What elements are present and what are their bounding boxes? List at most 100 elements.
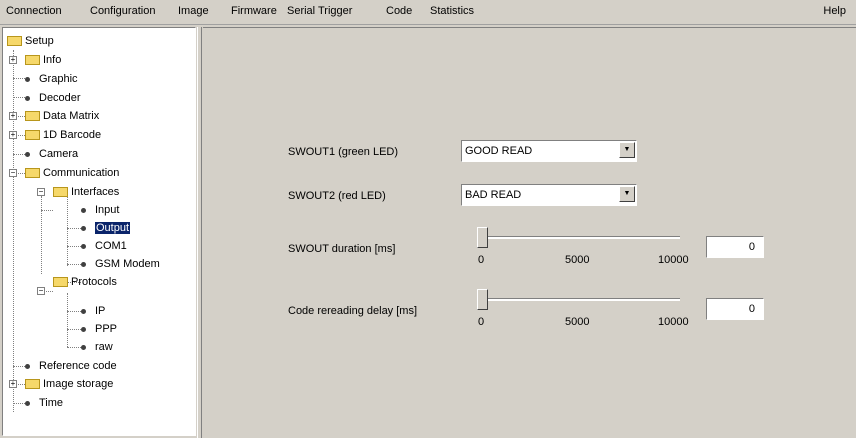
tree-item-label: Graphic <box>39 73 78 85</box>
tree-item-protocols[interactable]: Protocols <box>53 273 117 291</box>
bullet-icon <box>25 400 30 406</box>
tree-item-time[interactable]: Time <box>25 394 63 412</box>
collapse-interfaces-button[interactable]: − <box>37 188 45 196</box>
tree-item-image-storage[interactable]: Image storage <box>25 375 113 393</box>
collapse-communication-button[interactable]: − <box>9 169 17 177</box>
tree-item-camera[interactable]: Camera <box>25 145 78 163</box>
tick-label: 5000 <box>565 254 590 266</box>
tree-item-raw[interactable]: raw <box>81 338 113 356</box>
folder-icon <box>53 187 68 198</box>
tree-item-label: Interfaces <box>71 186 120 198</box>
bullet-icon <box>81 261 86 267</box>
tree-connector <box>41 196 42 274</box>
menu-connection[interactable]: Connection <box>6 5 62 17</box>
swout-duration-input[interactable]: 0 <box>706 236 764 258</box>
tree-item-decoder[interactable]: Decoder <box>25 89 81 107</box>
tree-connector <box>13 97 25 98</box>
menu-bar: Connection Configuration Image Firmware … <box>0 0 856 25</box>
code-rereading-delay-slider-thumb[interactable] <box>477 289 488 310</box>
menu-help[interactable]: Help <box>823 5 846 17</box>
tree-item-label: Input <box>95 204 120 216</box>
tick-label: 0 <box>478 316 485 328</box>
menu-statistics[interactable]: Statistics <box>430 5 474 17</box>
folder-icon <box>25 168 40 179</box>
expand-image-storage-button[interactable]: + <box>9 380 17 388</box>
tree-connector <box>67 311 81 312</box>
tree-item-output[interactable]: Output <box>81 219 131 237</box>
tree-item-1d-barcode[interactable]: 1D Barcode <box>25 126 101 144</box>
tree-item-gsm-modem[interactable]: GSM Modem <box>81 255 160 273</box>
swout1-select[interactable]: GOOD READ ▼ <box>461 140 637 162</box>
tree-item-data-matrix[interactable]: Data Matrix <box>25 107 99 125</box>
folder-icon <box>25 379 40 390</box>
bullet-icon <box>81 344 86 350</box>
tree-item-interfaces[interactable]: Interfaces <box>53 183 119 201</box>
swout-duration-slider-thumb[interactable] <box>477 227 488 248</box>
tree-item-label: GSM Modem <box>95 258 160 270</box>
tree-item-label: Decoder <box>39 92 81 104</box>
tree-item-label: COM1 <box>95 240 127 252</box>
tree-connector <box>67 264 81 265</box>
tree-item-label: Camera <box>39 148 79 160</box>
swout2-label: SWOUT2 (red LED) <box>288 190 386 202</box>
bullet-icon <box>81 225 86 231</box>
tree-item-label: raw <box>95 341 113 353</box>
menu-configuration[interactable]: Configuration <box>90 5 155 17</box>
swout-duration-slider[interactable] <box>481 236 680 239</box>
expand-info-button[interactable]: + <box>9 56 17 64</box>
folder-icon <box>25 130 40 141</box>
tree-item-graphic[interactable]: Graphic <box>25 70 78 88</box>
tree-item-input[interactable]: Input <box>81 201 119 219</box>
tree-connector <box>67 293 68 347</box>
collapse-protocols-button[interactable]: − <box>37 287 45 295</box>
swout2-value: BAD READ <box>465 189 522 201</box>
tree-item-label: Time <box>39 397 64 409</box>
tree-item-label: Data Matrix <box>43 110 100 122</box>
bullet-icon <box>25 76 30 82</box>
tree-item-ip[interactable]: IP <box>81 302 105 320</box>
chevron-down-icon[interactable]: ▼ <box>619 186 635 202</box>
tree-item-reference-code[interactable]: Reference code <box>25 357 117 375</box>
expand-data-matrix-button[interactable]: + <box>9 112 17 120</box>
tree-item-label: PPP <box>95 323 118 335</box>
tree-item-info[interactable]: Info <box>25 51 61 69</box>
tree-connector <box>67 196 68 266</box>
tree-item-ppp[interactable]: PPP <box>81 320 117 338</box>
tree-item-com1[interactable]: COM1 <box>81 237 127 255</box>
tree-item-label: Reference code <box>39 360 117 372</box>
swout2-select[interactable]: BAD READ ▼ <box>461 184 637 206</box>
menu-image[interactable]: Image <box>178 5 209 17</box>
tree-item-label: IP <box>95 305 106 317</box>
bullet-icon <box>81 207 86 213</box>
tree-connector <box>67 329 81 330</box>
tree-item-setup[interactable]: Setup <box>7 32 54 50</box>
panel-splitter[interactable] <box>197 27 202 438</box>
bullet-icon <box>25 95 30 101</box>
code-rereading-delay-slider[interactable] <box>481 298 680 301</box>
tree-connector <box>13 366 25 367</box>
tick-label: 10000 <box>658 316 689 328</box>
tree-item-label: Protocols <box>71 276 117 288</box>
settings-tree[interactable]: + + + − − − + Setup Info Graphic Decoder… <box>2 27 196 436</box>
menu-firmware[interactable]: Firmware <box>231 5 277 17</box>
swout1-value: GOOD READ <box>465 145 533 157</box>
menu-code[interactable]: Code <box>386 5 412 17</box>
tree-connector <box>13 154 25 155</box>
tree-item-label: Info <box>43 54 62 66</box>
tree-connector <box>13 78 25 79</box>
tree-connector <box>67 246 81 247</box>
output-settings-panel: SWOUT1 (green LED) GOOD READ ▼ SWOUT2 (r… <box>203 27 856 438</box>
code-rereading-delay-input[interactable]: 0 <box>706 298 764 320</box>
tree-item-communication[interactable]: Communication <box>25 164 119 182</box>
tree-connector <box>67 228 81 229</box>
bullet-icon <box>25 363 30 369</box>
expand-1d-barcode-button[interactable]: + <box>9 131 17 139</box>
tree-item-label: Image storage <box>43 378 114 390</box>
tree-connector <box>13 403 25 404</box>
swout-duration-label: SWOUT duration [ms] <box>288 243 396 255</box>
tree-item-label: 1D Barcode <box>43 129 102 141</box>
folder-icon <box>25 111 40 122</box>
chevron-down-icon[interactable]: ▼ <box>619 142 635 158</box>
menu-serial-trigger[interactable]: Serial Trigger <box>287 5 352 17</box>
folder-icon <box>53 277 68 288</box>
